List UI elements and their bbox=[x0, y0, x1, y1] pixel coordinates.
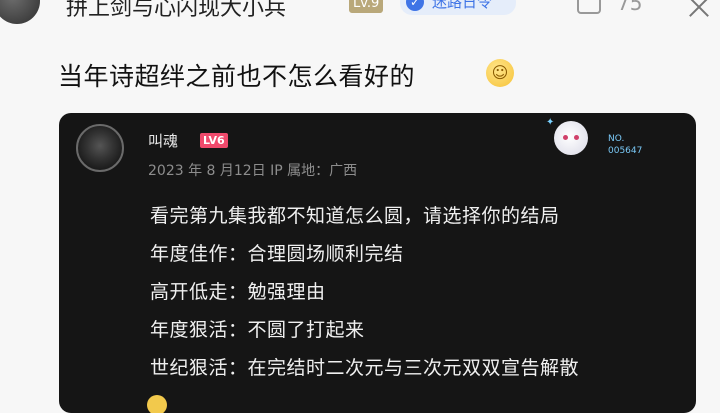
smile-emoji-icon: ☺ bbox=[486, 59, 514, 87]
star-icon: ✦ bbox=[546, 117, 555, 128]
post-text: 当年诗超绊之前也不怎么看好的 bbox=[58, 62, 416, 91]
card-avatar[interactable] bbox=[76, 124, 124, 172]
verified-badge[interactable]: ✓ 迷路日令 bbox=[400, 0, 516, 15]
verified-label: 迷路日令 bbox=[432, 0, 493, 11]
decoration-number: NO. 005647 bbox=[608, 133, 642, 157]
verified-icon: ✓ bbox=[406, 0, 424, 11]
top-header: 拼上剑与心闪现大小兵 Lv.9 ✓ 迷路日令 75 bbox=[0, 0, 720, 26]
level-badge: Lv.9 bbox=[349, 0, 384, 13]
card-line: 世纪狠活：在完结时二次元与三次元双双宣告解散 bbox=[150, 357, 580, 379]
emoji-icon bbox=[147, 395, 167, 413]
card-text: 看完第九集我都不知道怎么圆，请选择你的结局 年度佳作：合理圆场顺利完结 高开低走… bbox=[150, 197, 579, 387]
card-meta: 2023 年 8 月12日 IP 属地：广西 bbox=[148, 163, 358, 179]
close-icon[interactable] bbox=[686, 0, 712, 20]
card-line: 高开低走：勉强理由 bbox=[150, 281, 326, 303]
character-icon bbox=[554, 121, 588, 155]
deco-no-value: 005647 bbox=[608, 146, 643, 156]
card-level-badge: LV6 bbox=[200, 133, 228, 148]
card-line: 年度狠活：不圆了打起来 bbox=[150, 319, 365, 341]
card-line: 年度佳作：合理圆场顺利完结 bbox=[150, 243, 404, 265]
quoted-card[interactable]: 叫魂 LV6 2023 年 8 月12日 IP 属地：广西 ✦ NO. 0056… bbox=[59, 113, 696, 413]
username[interactable]: 拼上剑与心闪现大小兵 bbox=[66, 0, 286, 22]
card-line: 看完第九集我都不知道怎么圆，请选择你的结局 bbox=[150, 205, 560, 227]
comment-count: 75 bbox=[617, 0, 643, 15]
card-username[interactable]: 叫魂 bbox=[148, 130, 178, 151]
comment-icon[interactable] bbox=[577, 0, 601, 14]
avatar[interactable] bbox=[0, 0, 40, 24]
eye-icon bbox=[563, 135, 568, 140]
deco-no-label: NO. bbox=[608, 134, 625, 144]
decoration-image: ✦ bbox=[546, 117, 604, 161]
eye-icon bbox=[574, 135, 579, 140]
